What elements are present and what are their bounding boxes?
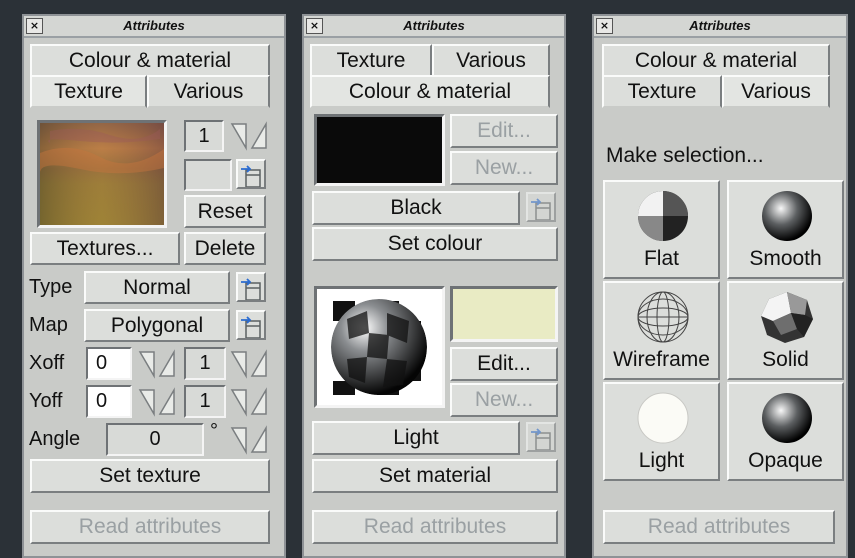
title-bar[interactable]: × Attributes [24,16,284,38]
tab-colour-material[interactable]: Colour & material [602,44,830,77]
window-title: Attributes [403,18,465,33]
yoff-arrows-icon[interactable] [136,386,178,418]
wireframe-sphere-icon [637,291,689,343]
yoff-scale-arrows-icon[interactable] [228,386,270,418]
mode-label: Solid [762,348,809,371]
title-bar[interactable]: × Attributes [304,16,564,38]
xoff-scale-field[interactable]: 1 [184,347,226,380]
colour-name-field[interactable]: Black [312,191,520,225]
set-colour-button[interactable]: Set colour [312,227,558,261]
map-selector[interactable]: Polygonal [84,309,230,342]
window-title: Attributes [689,18,751,33]
angle-field[interactable]: 0 [106,423,204,456]
mode-label: Opaque [748,449,823,472]
yoff-scale-field[interactable]: 1 [184,385,226,418]
title-bar[interactable]: × Attributes [594,16,846,38]
opaque-sphere-icon [762,393,812,443]
texture-scale-field[interactable]: 1 [184,120,224,152]
map-popup-icon[interactable] [236,310,266,340]
material-preview [314,286,445,408]
smooth-sphere-icon [762,191,812,241]
reset-button[interactable]: Reset [184,195,266,228]
new-colour-button[interactable]: New... [450,151,558,185]
attributes-window-various: × Attributes Colour & material Texture V… [592,14,848,558]
wireframe-mode-button[interactable]: Wireframe [603,281,720,380]
texture-scale-arrows-icon[interactable] [228,120,270,152]
mode-label: Wireframe [613,348,710,371]
flat-sphere-icon [638,191,688,241]
tab-various[interactable]: Various [432,44,550,77]
tab-texture[interactable]: Texture [602,75,722,108]
tab-colour-material[interactable]: Colour & material [30,44,270,77]
read-attributes-button[interactable]: Read attributes [603,510,835,544]
xoff-arrows-icon[interactable] [136,348,178,380]
material-name-field[interactable]: Light [312,421,520,455]
attributes-window-colour: × Attributes Texture Various Colour & ma… [302,14,566,558]
mode-label: Flat [643,247,679,270]
xoff-field[interactable]: 0 [86,347,132,380]
solid-sphere-icon [761,292,813,343]
selection-prompt: Make selection... [606,144,764,167]
map-label: Map [29,314,68,336]
material-popup-icon[interactable] [526,422,556,452]
textures-button[interactable]: Textures... [30,232,180,265]
light-sphere-icon [637,392,689,444]
tab-colour-material[interactable]: Colour & material [310,75,550,108]
mode-label: Light [638,449,685,472]
smooth-mode-button[interactable]: Smooth [727,180,844,279]
tab-texture[interactable]: Texture [30,75,147,108]
light-colour-swatch [450,286,558,342]
yoff-field[interactable]: 0 [86,385,132,418]
delete-button[interactable]: Delete [184,232,266,265]
solid-mode-button[interactable]: Solid [727,281,844,380]
texture-name-field[interactable] [184,159,232,191]
set-material-button[interactable]: Set material [312,459,558,493]
xoff-label: Xoff [29,352,65,374]
flat-mode-button[interactable]: Flat [603,180,720,279]
type-selector[interactable]: Normal [84,271,230,304]
opaque-mode-button[interactable]: Opaque [727,382,844,481]
attributes-window-texture: × Attributes Colour & material Texture V… [22,14,286,558]
xoff-scale-arrows-icon[interactable] [228,348,270,380]
tab-various[interactable]: Various [147,75,270,108]
edit-colour-button[interactable]: Edit... [450,114,558,148]
tab-texture[interactable]: Texture [310,44,432,77]
read-attributes-button[interactable]: Read attributes [312,510,558,544]
read-attributes-button[interactable]: Read attributes [30,510,270,544]
texture-menu-popup-icon[interactable] [236,159,266,189]
mode-label: Smooth [749,247,822,270]
set-texture-button[interactable]: Set texture [30,459,270,493]
colour-popup-icon[interactable] [526,192,556,222]
type-label: Type [29,276,73,298]
colour-swatch [314,114,445,186]
angle-arrows-icon[interactable] [228,424,270,456]
yoff-label: Yoff [29,390,63,412]
type-popup-icon[interactable] [236,272,266,302]
new-material-button[interactable]: New... [450,383,558,417]
tab-various[interactable]: Various [722,75,830,108]
texture-preview [37,120,167,228]
edit-material-button[interactable]: Edit... [450,347,558,381]
light-mode-button[interactable]: Light [603,382,720,481]
angle-label: Angle [29,428,81,450]
window-title: Attributes [123,18,185,33]
degree-symbol: ° [210,420,218,442]
